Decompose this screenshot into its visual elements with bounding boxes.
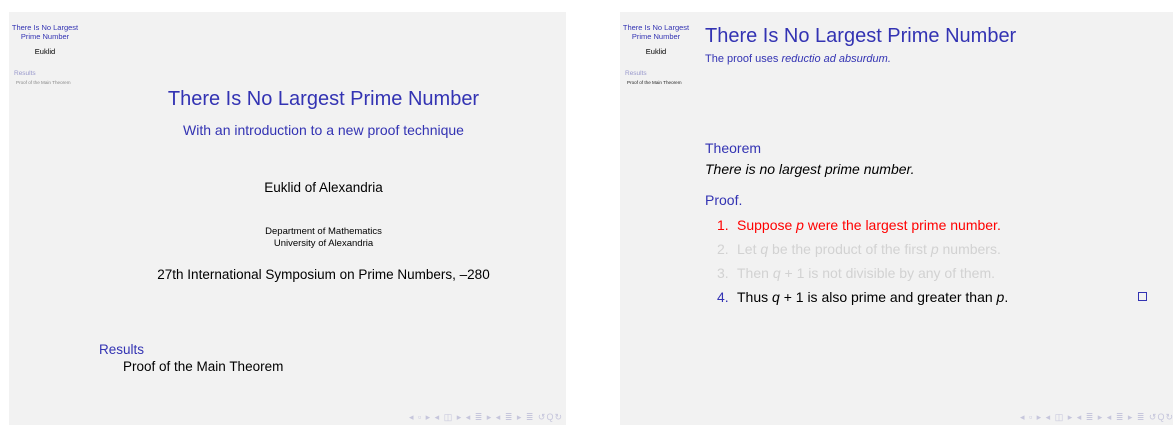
proof-step: 4. Thus q + 1 is also prime and greater … bbox=[620, 288, 1173, 312]
proof-steps: 1. Suppose p were the largest prime numb… bbox=[620, 216, 1173, 312]
sidebar: There Is No Largest Prime Number Euklid … bbox=[620, 12, 692, 86]
step-number: 4. bbox=[717, 289, 729, 305]
theorem-statement: There is no largest prime number. bbox=[705, 161, 915, 177]
step-text: Let q be the product of the first p numb… bbox=[737, 241, 1001, 257]
theorem-heading: Theorem bbox=[705, 140, 762, 156]
sidebar-subsection-proof[interactable]: Proof of the Main Theorem bbox=[9, 80, 81, 86]
step-number: 2. bbox=[717, 241, 729, 257]
presentation-title: There Is No Largest Prime Number bbox=[167, 88, 480, 110]
frame-title: There Is No Largest Prime Number bbox=[705, 25, 1017, 47]
institute-university: University of Alexandria bbox=[273, 238, 374, 249]
sidebar-title[interactable]: There Is No Largest Prime Number bbox=[620, 23, 692, 41]
step-text: Thus q + 1 is also prime and greater tha… bbox=[737, 289, 1009, 305]
sidebar-author: Euklid bbox=[645, 47, 667, 56]
frame-subtitle: The proof uses reductio ad absurdum. bbox=[705, 53, 891, 65]
sidebar-section-results[interactable]: Results bbox=[620, 70, 692, 77]
proof-heading: Proof. bbox=[705, 192, 743, 208]
navigation-symbols[interactable]: ◂ ▫ ▸ ◂ ◫ ▸ ◂ ≣ ▸ ◂ ≣ ▸ ≣ ↺Q↻ bbox=[409, 412, 563, 423]
institute-department: Department of Mathematics bbox=[265, 226, 382, 237]
qed-box-icon bbox=[1138, 292, 1147, 301]
proof-step: 2. Let q be the product of the first p n… bbox=[620, 240, 1173, 264]
step-text: Then q + 1 is not divisible by any of th… bbox=[737, 265, 995, 281]
presentation-subtitle: With an introduction to a new proof tech… bbox=[183, 122, 464, 138]
frame-subtitle-text: The proof uses bbox=[705, 53, 782, 65]
sidebar-subsection-proof[interactable]: Proof of the Main Theorem bbox=[620, 80, 692, 86]
sidebar: There Is No Largest Prime Number Euklid … bbox=[9, 12, 81, 86]
navigation-symbols[interactable]: ◂ ▫ ▸ ◂ ◫ ▸ ◂ ≣ ▸ ◂ ≣ ▸ ≣ ↺Q↻ bbox=[1020, 412, 1173, 423]
proof-step: 1. Suppose p were the largest prime numb… bbox=[620, 216, 1173, 240]
step-number: 3. bbox=[717, 265, 729, 281]
title-slide: There Is No Largest Prime Number Euklid … bbox=[9, 12, 566, 425]
presentation-date: 27th International Symposium on Prime Nu… bbox=[157, 267, 490, 282]
institute: Department of Mathematics University of … bbox=[81, 226, 566, 250]
frame-subtitle-emphasis: reductio ad absurdum. bbox=[781, 53, 891, 65]
author-name: Euklid of Alexandria bbox=[264, 180, 383, 195]
step-text: Suppose p were the largest prime number. bbox=[737, 217, 1001, 233]
sidebar-section-results[interactable]: Results bbox=[9, 70, 81, 77]
toc-section-results[interactable]: Results bbox=[99, 342, 144, 357]
sidebar-author: Euklid bbox=[34, 47, 56, 56]
proof-step: 3. Then q + 1 is not divisible by any of… bbox=[620, 264, 1173, 288]
proof-slide: There Is No Largest Prime Number Euklid … bbox=[620, 12, 1173, 425]
step-number: 1. bbox=[717, 217, 729, 233]
sidebar-title[interactable]: There Is No Largest Prime Number bbox=[9, 23, 81, 41]
toc-subsection-proof[interactable]: Proof of the Main Theorem bbox=[123, 359, 283, 374]
